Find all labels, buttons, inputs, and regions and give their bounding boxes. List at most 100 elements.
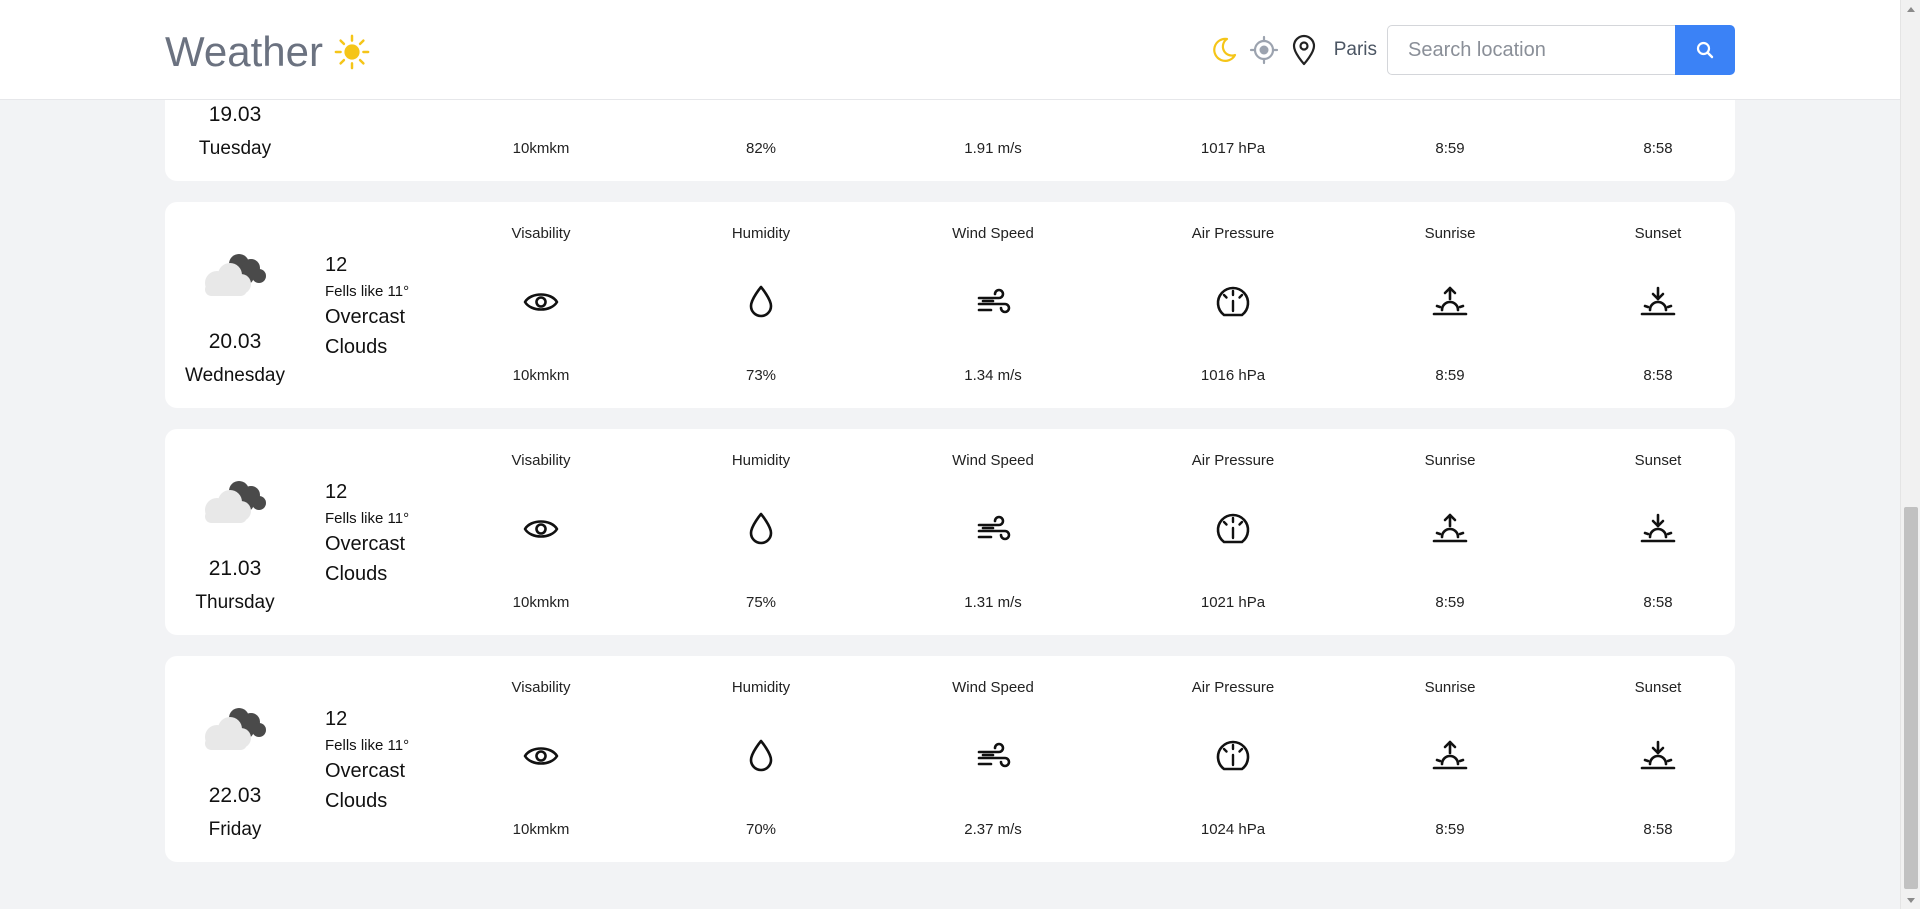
wind-icon — [977, 515, 1011, 541]
eye-icon — [523, 293, 559, 311]
metric-label: Wind Speed — [952, 679, 1034, 696]
metric-value: 1.91 m/s — [964, 140, 1022, 157]
metric-value: 8:59 — [1435, 821, 1465, 838]
metric-label: Wind Speed — [952, 225, 1034, 242]
broken-clouds-icon — [205, 481, 266, 523]
feels-like: Fells like 11° — [325, 737, 410, 754]
gauge-icon — [1216, 740, 1250, 771]
moon-icon — [1212, 37, 1236, 62]
locate-me-button[interactable] — [1246, 32, 1282, 68]
scrollbar-thumb[interactable] — [1904, 507, 1918, 889]
metric-value: 10kmkm — [512, 367, 570, 384]
temperature: 12 — [325, 254, 348, 276]
metric-value: 8:59 — [1435, 140, 1465, 157]
sunset-icon — [1640, 286, 1676, 316]
metric-value: 1021 hPa — [1200, 594, 1266, 611]
metric-value: 2.37 m/s — [964, 821, 1022, 838]
triangle-down-icon — [1907, 897, 1915, 903]
metric-value: 1024 hPa — [1200, 821, 1266, 838]
metric-label: Sunset — [1634, 679, 1682, 696]
droplet-icon — [749, 739, 773, 772]
metric-value: 8:58 — [1643, 367, 1673, 384]
sunset-icon — [1640, 740, 1676, 770]
metric-value: 75% — [745, 594, 777, 611]
location-button[interactable] — [1286, 32, 1322, 68]
metric-sunset: Sunset 8:58 — [1578, 202, 1738, 408]
metric-value: 8:59 — [1435, 367, 1465, 384]
feels-like: Fells like 11° — [325, 283, 410, 300]
forecast-weekday: Thursday — [195, 592, 275, 613]
metric-label: Visability — [511, 452, 571, 469]
metric-wind: Wind Speed 2.37 m/s — [913, 656, 1073, 862]
metric-label: Visability — [511, 225, 571, 242]
wind-icon — [977, 288, 1011, 314]
search-button[interactable] — [1675, 25, 1735, 75]
header-tools: Paris — [1206, 25, 1735, 75]
metric-sunrise: Sunrise 8:59 — [1370, 656, 1530, 862]
gauge-icon — [1216, 513, 1250, 544]
metric-label: Sunrise — [1424, 452, 1476, 469]
forecast-date: 20.03 — [208, 330, 262, 353]
metric-value: 70% — [745, 821, 777, 838]
metric-sunrise: Sunrise 8:59 — [1370, 202, 1530, 408]
app-logo[interactable]: Weather — [165, 28, 371, 76]
metric-label: Sunrise — [1424, 225, 1476, 242]
map-pin-icon — [1292, 34, 1315, 66]
dark-mode-toggle[interactable] — [1206, 32, 1242, 68]
sun-icon — [334, 34, 370, 70]
metric-label: Sunset — [1634, 225, 1682, 242]
page-scrollbar[interactable] — [1900, 0, 1920, 909]
forecast-date: 22.03 — [208, 784, 262, 807]
metric-pressure: Air Pressure 1016 hPa — [1153, 202, 1313, 408]
metric-sunrise: Sunrise 8:59 — [1370, 429, 1530, 635]
sunrise-icon — [1432, 513, 1468, 543]
weather-description: Overcast Clouds — [325, 760, 406, 812]
scroll-up-button[interactable] — [1901, 0, 1920, 18]
gauge-icon — [1216, 286, 1250, 317]
metric-value: 8:58 — [1643, 821, 1673, 838]
forecast-day-card: 21.03 Thursday 12 Fells like 11° Overcas… — [165, 429, 1735, 635]
metric-visibility: Visability 10kmkm — [461, 429, 621, 635]
forecast-weekday: Tuesday — [198, 138, 272, 159]
sunset-icon — [1640, 513, 1676, 543]
weather-description: Overcast Clouds — [325, 306, 406, 358]
metric-label: Sunset — [1634, 452, 1682, 469]
metric-sunset: Sunset 8:58 — [1578, 429, 1738, 635]
metric-humidity: Humidity 73% — [681, 202, 841, 408]
metric-visibility: Visability 10kmkm — [461, 656, 621, 862]
droplet-icon — [749, 512, 773, 545]
metric-value: 8:58 — [1643, 594, 1673, 611]
metric-value: 8:59 — [1435, 594, 1465, 611]
metric-pressure: Air Pressure 1024 hPa — [1153, 656, 1313, 862]
weather-description: Overcast Clouds — [325, 533, 406, 585]
forecast-weekday: Friday — [208, 819, 262, 840]
metric-value: 1016 hPa — [1200, 367, 1266, 384]
forecast-day-card: 22.03 Friday 12 Fells like 11° Overcast … — [165, 656, 1735, 862]
metric-humidity: Humidity 75% — [681, 429, 841, 635]
logo-text: Weather — [165, 28, 323, 75]
metric-value: 1.34 m/s — [964, 367, 1022, 384]
metric-sunset: Sunset 8:58 — [1578, 656, 1738, 862]
wind-icon — [977, 742, 1011, 768]
metric-wind: Wind Speed 1.34 m/s — [913, 202, 1073, 408]
forecast-weekday: Wednesday — [185, 365, 285, 386]
current-city: Paris — [1333, 39, 1377, 60]
metric-label: Sunrise — [1424, 679, 1476, 696]
feels-like: Fells like 11° — [325, 510, 410, 527]
broken-clouds-icon — [205, 254, 266, 296]
metric-value: 8:58 — [1643, 140, 1673, 157]
app-header: Weather Paris Search location — [0, 0, 1900, 100]
metric-value: 10kmkm — [512, 594, 570, 611]
metric-value: 1.31 m/s — [964, 594, 1022, 611]
metric-value: 1017 hPa — [1200, 140, 1266, 157]
search-input[interactable] — [1387, 25, 1675, 75]
sunrise-icon — [1432, 740, 1468, 770]
droplet-icon — [749, 285, 773, 318]
scroll-down-button[interactable] — [1901, 891, 1920, 909]
metric-value: 82% — [745, 140, 777, 157]
metric-pressure: Air Pressure 1021 hPa — [1153, 429, 1313, 635]
metric-label: Visability — [511, 679, 571, 696]
metric-label: Humidity — [731, 225, 791, 242]
metric-label: Humidity — [731, 452, 791, 469]
search-icon — [1696, 41, 1714, 59]
